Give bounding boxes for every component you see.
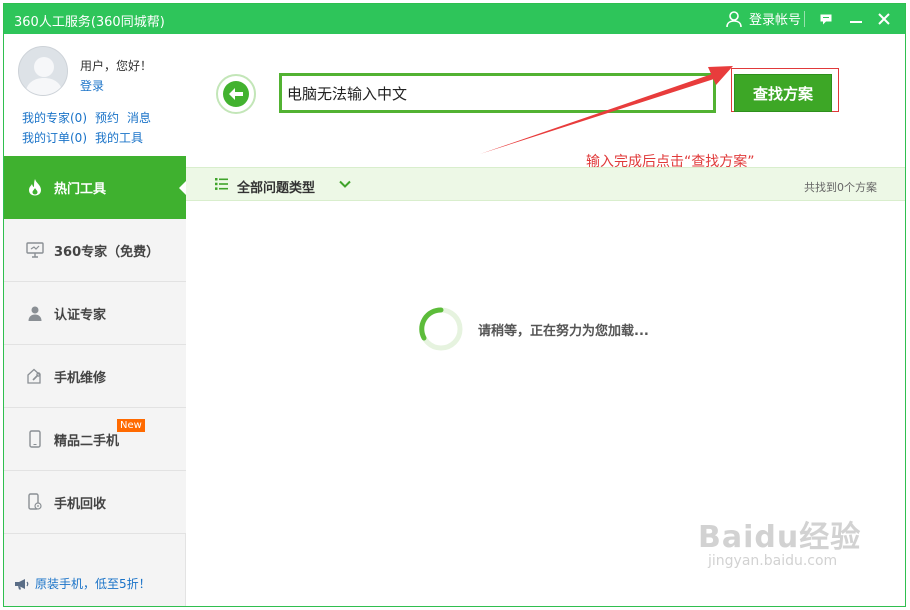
- title-bar: 360人工服务(360同城帮) 登录帐号: [4, 4, 905, 34]
- person-icon: [26, 304, 44, 322]
- sidebar-item-label: 手机维修: [54, 370, 107, 386]
- back-button[interactable]: [216, 74, 256, 114]
- minimize-icon: [850, 21, 862, 23]
- login-account-button[interactable]: 登录帐号: [725, 9, 801, 28]
- megaphone-icon: [15, 578, 29, 589]
- sidebar-item-label: 热门工具: [54, 181, 107, 197]
- loading-indicator: 请稍等，正在努力为您加载...: [418, 306, 649, 352]
- default-avatar-icon: [19, 47, 67, 95]
- close-icon: [878, 13, 890, 25]
- loading-text: 请稍等，正在努力为您加载...: [478, 323, 649, 339]
- sidebar-item-certified-expert[interactable]: 认证专家: [4, 282, 186, 345]
- search-input[interactable]: [287, 81, 707, 105]
- sidebar-item-360-expert[interactable]: 360专家（免费）: [4, 219, 186, 282]
- promo-link[interactable]: 原装手机，低至5折！: [14, 575, 151, 592]
- window-title: 360人工服务(360同城帮): [14, 15, 165, 30]
- close-button[interactable]: [869, 4, 899, 34]
- new-badge: New: [117, 419, 145, 432]
- chat-icon: [820, 14, 832, 24]
- phone-recycle-icon: [26, 493, 44, 511]
- sidebar-item-used-phones[interactable]: 精品二手机 New: [4, 408, 186, 471]
- monitor-expert-icon: [26, 241, 44, 259]
- watermark-logo: Baidu经验: [698, 520, 862, 555]
- my-experts-link[interactable]: 我的专家(0): [22, 109, 87, 126]
- my-tools-link[interactable]: 我的工具: [95, 129, 143, 146]
- spinner-icon: [419, 307, 463, 351]
- baidu-jingyan-watermark: Baidu经验 jingyan.baidu.com: [698, 512, 862, 569]
- flame-icon: [26, 178, 44, 196]
- sidebar-item-phone-repair[interactable]: 手机维修: [4, 345, 186, 408]
- problem-type-dropdown[interactable]: 全部问题类型: [237, 177, 315, 196]
- messages-link[interactable]: 消息: [127, 109, 151, 126]
- promo-text: 原装手机，低至5折！: [35, 577, 151, 591]
- watermark-url: jingyan.baidu.com: [708, 553, 838, 569]
- phone-icon: [26, 430, 44, 448]
- sidebar: 用户，您好！ 登录 我的专家(0) 预约 消息 我的订单(0) 我的工具 热门工…: [4, 34, 187, 606]
- sidebar-item-label: 360专家（免费）: [54, 244, 160, 260]
- list-icon: [215, 178, 228, 190]
- back-button-inner: [223, 81, 249, 107]
- filter-bar: 全部问题类型 共找到0个方案: [186, 167, 905, 201]
- sidebar-item-hot-tools[interactable]: 热门工具: [4, 156, 187, 219]
- arrow-left-icon: [229, 88, 243, 100]
- user-links-row2: 我的订单(0) 我的工具: [22, 129, 143, 146]
- login-account-label: 登录帐号: [748, 13, 801, 28]
- find-solution-button[interactable]: 查找方案: [734, 74, 832, 112]
- user-panel: 用户，您好！ 登录 我的专家(0) 预约 消息 我的订单(0) 我的工具: [4, 34, 186, 156]
- title-separator: [804, 11, 805, 27]
- wrench-icon: [26, 367, 44, 385]
- appointment-link[interactable]: 预约: [95, 109, 119, 126]
- user-links-row1: 我的专家(0) 预约 消息: [22, 109, 151, 126]
- sidebar-item-label: 精品二手机: [54, 433, 120, 449]
- minimize-button[interactable]: [841, 4, 871, 34]
- result-count: 共找到0个方案: [804, 181, 877, 194]
- avatar[interactable]: [18, 46, 68, 96]
- sidebar-item-label: 手机回收: [54, 496, 107, 512]
- feedback-button[interactable]: [811, 4, 841, 34]
- chevron-down-icon[interactable]: [338, 177, 352, 191]
- my-orders-link[interactable]: 我的订单(0): [22, 129, 87, 146]
- user-icon: [726, 10, 742, 27]
- login-link[interactable]: 登录: [80, 77, 104, 94]
- sidebar-nav: 热门工具 360专家（免费） 认证专家 手机维修 精品二手机 New 手机回收: [4, 156, 187, 534]
- search-box: [279, 73, 716, 113]
- sidebar-item-phone-recycle[interactable]: 手机回收: [4, 471, 186, 534]
- user-greeting: 用户，您好！: [80, 59, 153, 73]
- sidebar-item-label: 认证专家: [54, 307, 107, 323]
